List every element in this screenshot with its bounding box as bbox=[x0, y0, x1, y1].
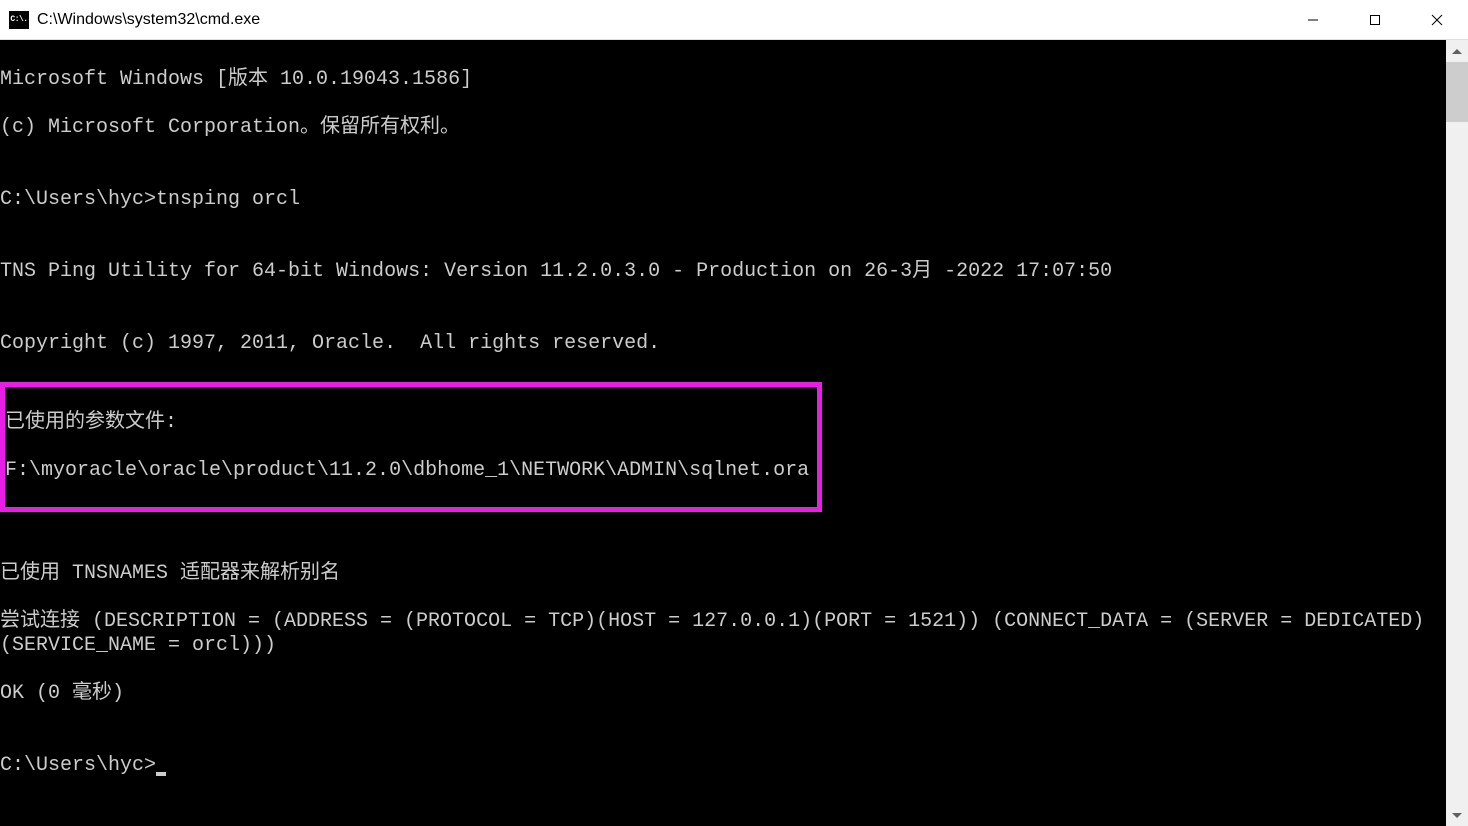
chevron-down-icon bbox=[1452, 813, 1462, 818]
chevron-up-icon bbox=[1452, 49, 1462, 54]
scroll-thumb[interactable] bbox=[1446, 62, 1468, 122]
window-titlebar: C:\. C:\Windows\system32\cmd.exe bbox=[0, 0, 1468, 40]
scroll-down-button[interactable] bbox=[1446, 804, 1468, 826]
terminal-output[interactable]: Microsoft Windows [版本 10.0.19043.1586] (… bbox=[0, 40, 1446, 826]
prompt-line: C:\Users\hyc> bbox=[0, 754, 1446, 778]
output-line: Microsoft Windows [版本 10.0.19043.1586] bbox=[0, 68, 1446, 92]
minimize-icon bbox=[1307, 14, 1319, 26]
close-icon bbox=[1430, 13, 1444, 27]
terminal-wrapper: Microsoft Windows [版本 10.0.19043.1586] (… bbox=[0, 40, 1468, 826]
window-title: C:\Windows\system32\cmd.exe bbox=[37, 11, 1282, 29]
output-line: (c) Microsoft Corporation。保留所有权利。 bbox=[0, 116, 1446, 140]
vertical-scrollbar[interactable] bbox=[1446, 40, 1468, 826]
output-line: 已使用 TNSNAMES 适配器来解析别名 bbox=[0, 562, 1446, 586]
scroll-track[interactable] bbox=[1446, 62, 1468, 804]
close-button[interactable] bbox=[1406, 0, 1468, 39]
maximize-button[interactable] bbox=[1344, 0, 1406, 39]
output-line: TNS Ping Utility for 64-bit Windows: Ver… bbox=[0, 260, 1446, 284]
minimize-button[interactable] bbox=[1282, 0, 1344, 39]
highlight-line: 已使用的参数文件: bbox=[5, 411, 809, 435]
cursor bbox=[156, 772, 166, 776]
cmd-icon: C:\. bbox=[9, 11, 29, 29]
cmd-icon-text: C:\. bbox=[10, 15, 27, 24]
highlight-line: F:\myoracle\oracle\product\11.2.0\dbhome… bbox=[5, 459, 809, 483]
maximize-icon bbox=[1369, 14, 1381, 26]
output-line: OK (0 毫秒) bbox=[0, 682, 1446, 706]
prompt-line: C:\Users\hyc>tnsping orcl bbox=[0, 188, 1446, 212]
highlight-annotation: 已使用的参数文件: F:\myoracle\oracle\product\11.… bbox=[0, 382, 822, 512]
scroll-up-button[interactable] bbox=[1446, 40, 1468, 62]
output-line: Copyright (c) 1997, 2011, Oracle. All ri… bbox=[0, 332, 1446, 356]
window-controls bbox=[1282, 0, 1468, 39]
output-line: 尝试连接 (DESCRIPTION = (ADDRESS = (PROTOCOL… bbox=[0, 610, 1446, 658]
